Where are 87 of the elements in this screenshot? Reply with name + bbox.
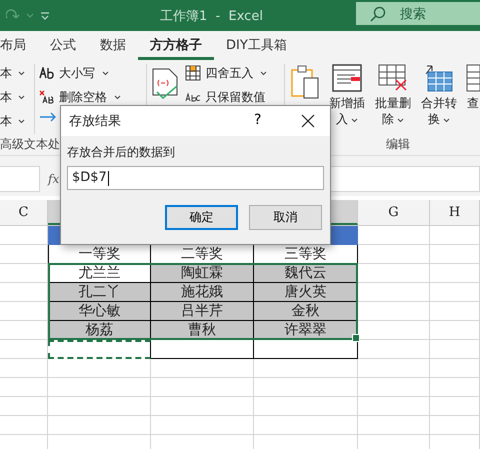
insert-function-button[interactable]: fx — [48, 172, 64, 186]
window-title: 工作簿1 - Excel — [160, 8, 263, 25]
grid-cell — [0, 283, 48, 302]
table-cell: 陶虹霖 — [151, 264, 254, 283]
arrow-icon[interactable] — [39, 112, 58, 122]
dialog-title: 存放结果 — [69, 113, 121, 130]
close-icon[interactable] — [301, 114, 315, 128]
column-header[interactable]: G — [358, 200, 430, 225]
ribbon-button[interactable]: 批量删除 — [374, 64, 412, 127]
grid-cell — [358, 264, 430, 283]
grid-cell — [430, 245, 480, 264]
ribbon-tab[interactable]: 数据 — [88, 31, 138, 60]
table-delete-icon — [378, 64, 408, 92]
grid-cell — [430, 321, 480, 340]
dialog-button[interactable]: 确定 — [165, 205, 238, 230]
table-cell: 华心敏 — [48, 302, 151, 321]
case-icon — [39, 67, 56, 79]
grid-cell — [0, 264, 48, 283]
abc-icon — [185, 92, 202, 102]
ribbon-dropdown[interactable]: 删除空格 — [39, 88, 138, 106]
grid-cell — [358, 397, 430, 416]
grid-cell — [430, 264, 480, 283]
input-field[interactable]: $D$7 — [67, 166, 324, 190]
caret-icon — [18, 70, 25, 76]
grid-cell — [0, 302, 48, 321]
caret-icon — [443, 118, 450, 123]
caret-icon — [18, 94, 25, 100]
grid-cell — [430, 283, 480, 302]
table-cell: 金秋 — [254, 302, 358, 321]
table-cell: 魏代云 — [254, 264, 358, 283]
grid-cell — [0, 359, 48, 378]
ribbon-button[interactable]: 查 — [466, 64, 480, 111]
ribbon-dropdown[interactable]: 本 — [0, 64, 26, 82]
caret-icon — [397, 118, 404, 123]
field-label: 存放合并后的数据到 — [67, 144, 176, 161]
ribbon-dropdown[interactable]: 只保留数值 — [185, 88, 268, 106]
column-header[interactable]: H — [430, 200, 480, 225]
grid-cell — [0, 321, 48, 340]
grid-cell — [430, 359, 480, 378]
grid-cell — [0, 378, 48, 397]
caret-icon — [351, 118, 358, 123]
grid-cell — [430, 378, 480, 397]
group-label: 编辑 — [386, 136, 410, 153]
grid-cell — [358, 245, 430, 264]
ribbon-button[interactable]: 合并转换 — [420, 64, 458, 127]
caret-icon — [114, 94, 122, 100]
table-cell: 施花娥 — [151, 283, 254, 302]
grid-cell — [358, 378, 430, 397]
grid-cell — [430, 416, 480, 435]
trim-icon — [39, 90, 56, 104]
table-cell: 吕半芹 — [151, 302, 254, 321]
ribbon-button[interactable]: 新增插入 — [328, 64, 366, 127]
grid-cell — [358, 302, 430, 321]
search-field[interactable]: 搜索 — [356, 2, 480, 25]
ribbon-dropdown[interactable]: 本 — [0, 112, 26, 130]
table-cell: 孔二丫 — [48, 283, 151, 302]
grid-cell — [358, 340, 430, 359]
grid-cell — [430, 302, 480, 321]
ribbon-tab[interactable]: 公式 — [38, 31, 88, 60]
grid-cell — [0, 397, 48, 416]
ribbon-tab[interactable]: DIY工具箱 — [214, 31, 299, 60]
help-button[interactable]: ? — [254, 112, 262, 128]
clipboard-icon[interactable] — [290, 64, 320, 100]
group-label: 高级文本处 — [0, 136, 60, 153]
search-icon — [370, 6, 386, 22]
caret-icon — [102, 70, 110, 76]
grid-icon — [185, 65, 202, 81]
ribbon-dropdown[interactable]: 四舍五入 — [185, 64, 268, 82]
caret-icon — [18, 118, 25, 124]
grid-cell — [358, 416, 430, 435]
dialog-button[interactable]: 取消 — [249, 205, 322, 230]
table-merge-icon — [424, 64, 454, 92]
table-cell: 唐火英 — [254, 283, 358, 302]
grid-cell — [0, 416, 48, 435]
ribbon-tab[interactable]: 布局 — [0, 31, 38, 60]
caret-icon — [260, 70, 268, 76]
grid-cell — [430, 340, 480, 359]
ribbon-dropdown[interactable]: 大小写 — [39, 64, 138, 82]
grid-cell — [430, 397, 480, 416]
customize-icon[interactable] — [40, 10, 50, 20]
ribbon-dropdown[interactable]: 本 — [0, 88, 26, 106]
table-insert-icon — [332, 64, 362, 92]
grid-cell — [358, 359, 430, 378]
grid-cell — [0, 340, 48, 359]
grid-cell — [358, 283, 430, 302]
table-cell: 尤兰兰 — [48, 264, 151, 283]
grid-cell — [0, 245, 48, 264]
